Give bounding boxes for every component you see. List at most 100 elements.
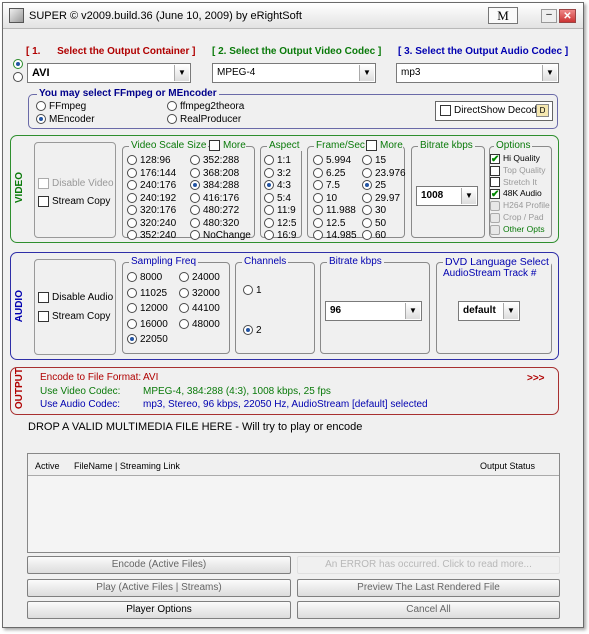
fps-radio[interactable]: 6.25 xyxy=(313,168,345,180)
fps-radio[interactable]: 12.5 xyxy=(313,218,345,230)
scale-radio[interactable]: 416:176 xyxy=(190,193,239,205)
encoder-ffmpeg2theora[interactable]: ffmpeg2theora xyxy=(167,101,244,113)
scale-radio[interactable]: 352:240 xyxy=(127,230,176,242)
fps-radio[interactable]: 60 xyxy=(362,230,386,242)
freq-radio[interactable]: 32000 xyxy=(179,288,220,300)
aspect-radio[interactable]: 3:2 xyxy=(264,168,291,180)
container-select[interactable]: AVI ▼ xyxy=(27,63,191,83)
scale-radio[interactable]: 368:208 xyxy=(190,168,239,180)
aspect-radio[interactable]: 4:3 xyxy=(264,180,291,192)
aspect-radio[interactable]: 1:1 xyxy=(264,155,291,167)
fps-radio[interactable]: 50 xyxy=(362,218,386,230)
channel-1-radio[interactable]: 1 xyxy=(243,285,262,297)
freq-radio[interactable]: 44100 xyxy=(179,303,220,315)
preview-button[interactable]: Preview The Last Rendered File xyxy=(297,579,560,597)
encoder-mencoder[interactable]: MEncoder xyxy=(36,114,95,126)
fps-radio[interactable]: 10 xyxy=(313,193,337,205)
freq-radio[interactable]: 8000 xyxy=(127,272,162,284)
fps-radio[interactable]: 5.994 xyxy=(313,155,351,167)
freq-radio[interactable]: 24000 xyxy=(179,272,220,284)
decode-options-icon[interactable]: D xyxy=(536,104,549,117)
directshow-decode[interactable]: DirectShow Decode D xyxy=(435,101,553,121)
audio-stream-copy-checkbox[interactable]: Stream Copy xyxy=(38,311,110,323)
audio-disable-group xyxy=(34,259,116,355)
encoder-realproducer[interactable]: RealProducer xyxy=(167,114,241,126)
chevron-down-icon: ▼ xyxy=(405,303,420,319)
freq-radio[interactable]: 22050 xyxy=(127,334,168,346)
scale-radio[interactable]: 240:192 xyxy=(127,193,176,205)
close-button[interactable]: ✕ xyxy=(559,9,576,23)
aspect-radio[interactable]: 11:9 xyxy=(264,205,296,217)
video-option-checkbox[interactable]: Other Opts xyxy=(490,223,545,235)
video-option-checkbox[interactable]: ✔ Hi Quality xyxy=(490,152,540,164)
video-codec-select[interactable]: MPEG-4 ▼ xyxy=(212,63,376,83)
chevron-down-icon: ▼ xyxy=(461,188,476,204)
fps-radio[interactable]: 7.5 xyxy=(313,180,340,192)
fps-radio[interactable]: 15 xyxy=(362,155,386,167)
encoder-ffmpeg[interactable]: FFmpeg xyxy=(36,101,86,113)
disable-video-checkbox[interactable]: Disable Video xyxy=(38,178,114,190)
window-title: SUPER © v2009.build.36 (June 10, 2009) b… xyxy=(29,10,302,22)
scale-radio[interactable]: 384:288 xyxy=(190,180,239,192)
col-status[interactable]: Output Status xyxy=(480,461,535,471)
fps-more-checkbox[interactable]: More xyxy=(366,140,403,153)
output-format-label: Encode to File Format: xyxy=(40,372,142,383)
aspect-radio[interactable]: 12:5 xyxy=(264,218,296,230)
video-bitrate-select[interactable]: 1008 ▼ xyxy=(416,186,478,206)
title-bar: SUPER © v2009.build.36 (June 10, 2009) b… xyxy=(3,3,583,29)
channel-2-radio[interactable]: 2 xyxy=(243,325,262,337)
m-button[interactable]: M xyxy=(488,7,518,24)
video-codec-heading: [ 2. Select the Output Video Codec ] xyxy=(212,46,382,57)
scale-radio[interactable]: 480:272 xyxy=(190,205,239,217)
drop-zone-text: DROP A VALID MULTIMEDIA FILE HERE - Will… xyxy=(28,421,363,433)
video-option-checkbox[interactable]: H264 Profile xyxy=(490,199,550,211)
audio-bitrate-select[interactable]: 96 ▼ xyxy=(325,301,422,321)
player-options-button[interactable]: Player Options xyxy=(27,601,291,619)
error-message-button[interactable]: An ERROR has occurred. Click to read mor… xyxy=(297,556,560,574)
audio-codec-select[interactable]: mp3 ▼ xyxy=(396,63,559,83)
scale-radio[interactable]: 176:144 xyxy=(127,168,176,180)
play-button[interactable]: Play (Active Files | Streams) xyxy=(27,579,291,597)
freq-radio[interactable]: 16000 xyxy=(127,319,168,331)
col-active[interactable]: Active xyxy=(35,461,60,471)
minimize-button[interactable]: – xyxy=(541,9,557,23)
fps-radio[interactable]: 25 xyxy=(362,180,386,192)
scale-radio[interactable]: 240:176 xyxy=(127,180,176,192)
freq-radio[interactable]: 12000 xyxy=(127,303,168,315)
scale-radio[interactable]: 480:320 xyxy=(190,218,239,230)
app-icon xyxy=(9,8,24,23)
video-option-checkbox[interactable]: ✔ 48K Audio xyxy=(490,187,542,200)
scale-radio[interactable]: 352:288 xyxy=(190,155,239,167)
file-list[interactable]: Active FileName | Streaming Link Output … xyxy=(27,453,560,553)
aspect-radio[interactable]: 16:9 xyxy=(264,230,296,242)
freq-radio[interactable]: 11025 xyxy=(127,288,167,300)
container-radio-2[interactable] xyxy=(13,72,26,83)
cancel-all-button[interactable]: Cancel All xyxy=(297,601,560,619)
scale-more-checkbox[interactable]: More xyxy=(209,140,246,153)
fps-radio[interactable]: 23.976 xyxy=(362,168,406,180)
scale-radio[interactable]: NoChange xyxy=(190,230,251,242)
fps-radio[interactable]: 11.988 xyxy=(313,205,356,217)
video-section-label: VIDEO xyxy=(14,172,25,204)
audio-section-label: AUDIO xyxy=(14,290,25,323)
scale-radio[interactable]: 320:176 xyxy=(127,205,176,217)
fps-radio[interactable]: 30 xyxy=(362,205,386,217)
dvd-track-label: AudioStream Track # xyxy=(443,268,537,279)
output-more-link[interactable]: >>> xyxy=(527,373,545,385)
fps-radio[interactable]: 29.97 xyxy=(362,193,400,205)
scale-radio[interactable]: 320:240 xyxy=(127,218,176,230)
fps-radio[interactable]: 14.985 xyxy=(313,230,357,242)
video-stream-copy-checkbox[interactable]: Stream Copy xyxy=(38,196,110,208)
col-filename[interactable]: FileName | Streaming Link xyxy=(74,461,180,471)
container-radio-1[interactable] xyxy=(13,59,26,70)
dvd-track-select[interactable]: default ▼ xyxy=(458,301,520,321)
aspect-radio[interactable]: 5:4 xyxy=(264,193,291,205)
encode-button[interactable]: Encode (Active Files) xyxy=(27,556,291,574)
scale-radio[interactable]: 128:96 xyxy=(127,155,171,167)
video-option-checkbox[interactable]: Top Quality xyxy=(490,164,546,176)
video-option-checkbox[interactable]: Stretch It xyxy=(490,176,537,188)
video-option-checkbox[interactable]: Crop / Pad xyxy=(490,211,544,223)
disable-audio-checkbox[interactable]: Disable Audio xyxy=(38,292,113,304)
output-format-value: AVI xyxy=(143,372,159,383)
freq-radio[interactable]: 48000 xyxy=(179,319,220,331)
